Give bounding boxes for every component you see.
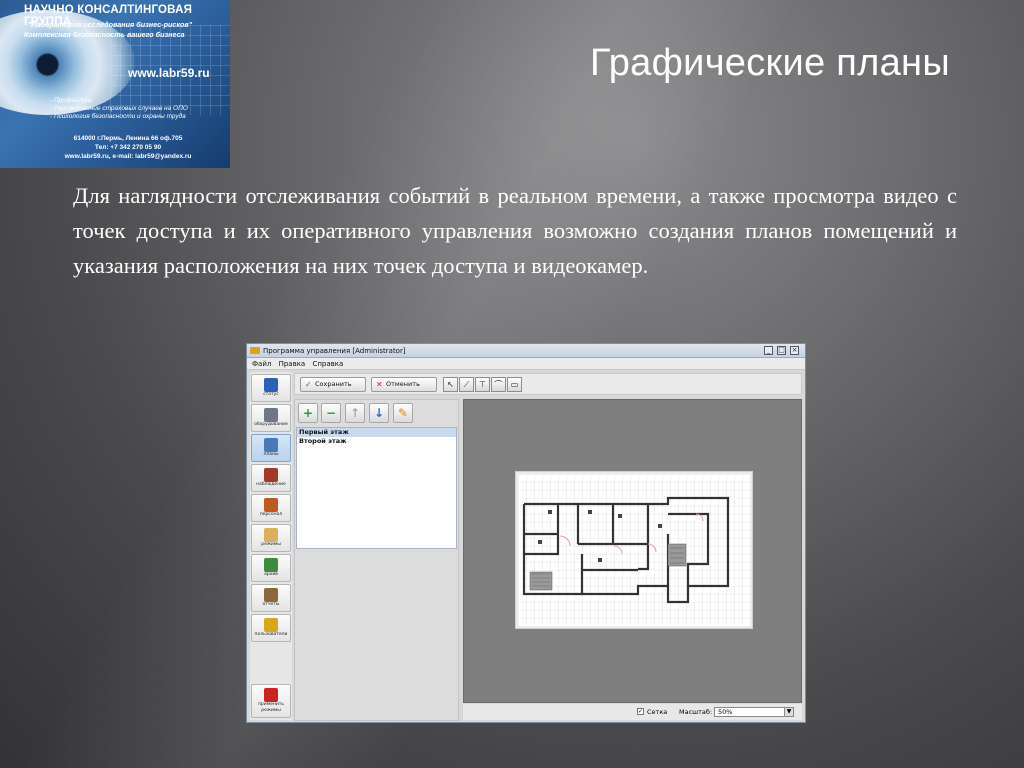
nav-users[interactable]: пользователи (251, 614, 291, 642)
app-icon (250, 347, 260, 354)
chevron-down-icon: ▼ (784, 708, 793, 716)
slide-body-text: Для наглядности отслеживания событий в р… (73, 183, 957, 278)
nav-label: архив (264, 572, 278, 577)
nav-label: отчеты (262, 602, 280, 607)
nav-reports[interactable]: отчеты (251, 584, 291, 612)
rename-floor-icon[interactable]: ✎ (393, 403, 413, 423)
banner-contacts: 614000 г.Пермь, Ленина 66 оф.705 Тел: +7… (38, 134, 218, 161)
nav-label: планы (263, 452, 279, 457)
nav-label: применить режимы (257, 702, 285, 713)
window-titlebar: Программа управления [Administrator] _ □… (247, 344, 805, 358)
grid-checkbox[interactable]: ✓ (637, 708, 644, 715)
scale-select[interactable]: 50% ▼ (714, 707, 794, 717)
menu-help[interactable]: Справка (312, 360, 343, 368)
status-bar: ✓ Сетка Масштаб: 50% ▼ (463, 704, 802, 720)
banner-address: 614000 г.Пермь, Ленина 66 оф.705 (73, 135, 183, 142)
close-button[interactable]: × (790, 346, 799, 355)
reports-icon (264, 588, 278, 602)
side-nav: статус оборудование планы наблюдение персона… (250, 372, 292, 720)
slide: НАУЧНО КОНСАЛТИНГОВАЯ ГРУППА "Лаборатори… (0, 0, 1024, 768)
window-title: Программа управления [Administrator] (263, 347, 406, 355)
slide-title: Графические планы (590, 42, 950, 84)
equipment-icon (264, 408, 278, 422)
banner-url: www.labr59.ru (128, 66, 210, 80)
banner-subtitle: "Лаборатория исследования бизнес-рисков" (28, 20, 193, 29)
check-icon: ✓ (305, 380, 312, 389)
nav-personnel[interactable]: персонал (251, 494, 291, 522)
nav-label: статус (263, 392, 279, 397)
nav-archive[interactable]: архив (251, 554, 291, 582)
nav-label: наблюдение (256, 482, 286, 487)
add-floor-icon[interactable]: + (298, 403, 318, 423)
nav-label: оборудование (254, 422, 288, 427)
nav-equipment[interactable]: оборудование (251, 404, 291, 432)
reader-tool-icon[interactable]: ▭ (507, 377, 522, 392)
company-banner: НАУЧНО КОНСАЛТИНГОВАЯ ГРУППА "Лаборатори… (0, 0, 230, 168)
banner-services: - Профайлинг - Расследование страховых с… (50, 97, 188, 121)
nav-label: персонал (259, 512, 283, 517)
move-up-icon[interactable]: ↑ (345, 403, 365, 423)
nav-label: режимы (261, 542, 281, 547)
banner-service: - Психология безопасности и охраны труда (50, 113, 186, 120)
archive-icon (264, 558, 278, 572)
scale-label: Масштаб: (679, 708, 713, 716)
menu-edit[interactable]: Правка (279, 360, 306, 368)
surveillance-icon (264, 468, 278, 482)
camera-tool-icon[interactable]: ⌒ (491, 377, 506, 392)
banner-service: - Профайлинг (50, 97, 93, 104)
draw-line-tool-icon[interactable]: ⟋ (459, 377, 474, 392)
banner-tagline: Комплексная безопасность вашего бизнеса (24, 30, 185, 39)
apply-modes-icon (264, 688, 278, 702)
cross-icon: ✕ (376, 380, 383, 389)
status-icon (264, 378, 278, 392)
floor-list: Первый этаж Второй этаж (296, 427, 457, 549)
door-tool-icon[interactable]: ⊤ (475, 377, 490, 392)
nav-label: пользователи (254, 632, 288, 637)
maximize-button[interactable]: □ (777, 346, 786, 355)
personnel-icon (264, 498, 278, 512)
save-button[interactable]: ✓ Сохранить (300, 377, 366, 392)
nav-modes[interactable]: режимы (251, 524, 291, 552)
floor-item-second[interactable]: Второй этаж (297, 437, 456, 446)
nav-apply-modes[interactable]: применить режимы (251, 684, 291, 718)
menu-bar: Файл Правка Справка (247, 358, 805, 370)
move-down-icon[interactable]: ↓ (369, 403, 389, 423)
floor-plan-image[interactable] (516, 472, 752, 628)
banner-phone: Тел: +7 342 270 05 90 (94, 144, 162, 151)
banner-email: www.labr59.ru, e-mail: labr59@yandex.ru (64, 153, 192, 160)
nav-status[interactable]: статус (251, 374, 291, 402)
nav-surveillance[interactable]: наблюдение (251, 464, 291, 492)
users-icon (264, 618, 278, 632)
banner-service: - Расследование страховых случаев на ОПО (50, 105, 188, 112)
plan-toolbar: ✓ Сохранить ✕ Отменить ↖ ⟋ ⊤ ⌒ ▭ (294, 373, 802, 395)
floor-item-first[interactable]: Первый этаж (297, 428, 456, 437)
remove-floor-icon[interactable]: − (321, 403, 341, 423)
plan-canvas[interactable] (463, 399, 802, 703)
grid-label: Сетка (647, 708, 668, 716)
floor-panel: + − ↑ ↓ ✎ Первый этаж Второй этаж (294, 399, 459, 721)
floor-plan-drawing (518, 474, 750, 626)
app-window: Программа управления [Administrator] _ □… (246, 343, 806, 723)
modes-icon (264, 528, 278, 542)
minimize-button[interactable]: _ (764, 346, 773, 355)
menu-file[interactable]: Файл (252, 360, 271, 368)
select-tool-icon[interactable]: ↖ (443, 377, 458, 392)
cancel-button[interactable]: ✕ Отменить (371, 377, 437, 392)
scale-value: 50% (718, 708, 733, 716)
nav-plans[interactable]: планы (251, 434, 291, 462)
plans-icon (264, 438, 278, 452)
